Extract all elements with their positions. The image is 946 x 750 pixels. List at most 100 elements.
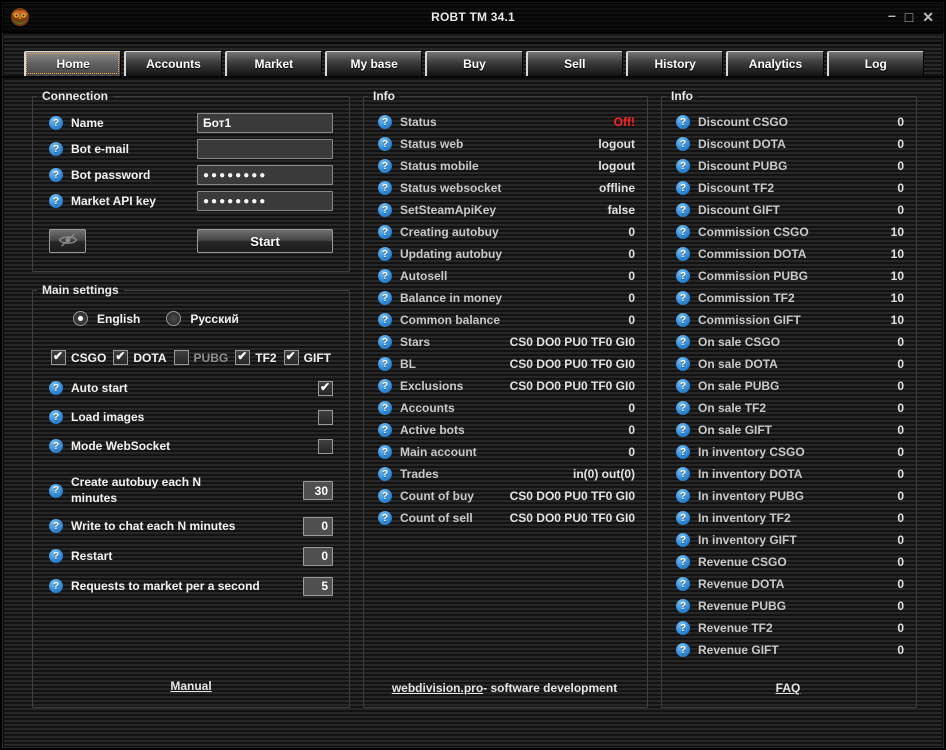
info-label: On sale DOTA (698, 357, 897, 371)
help-icon[interactable]: ? (676, 467, 690, 481)
tab[interactable]: Market (225, 51, 322, 76)
help-icon[interactable]: ? (49, 519, 63, 533)
toggle-password-visibility-button[interactable] (49, 229, 86, 253)
help-icon[interactable]: ? (676, 577, 690, 591)
help-icon[interactable]: ? (49, 142, 63, 156)
help-icon[interactable]: ? (676, 181, 690, 195)
number-input[interactable] (303, 481, 333, 500)
help-icon[interactable]: ? (676, 137, 690, 151)
help-icon[interactable]: ? (676, 445, 690, 459)
tab[interactable]: Buy (425, 51, 522, 76)
help-icon[interactable]: ? (378, 379, 392, 393)
help-icon[interactable]: ? (49, 116, 63, 130)
help-icon[interactable]: ? (49, 439, 63, 453)
maximize-button[interactable]: □ (905, 10, 913, 24)
tab[interactable]: Home (24, 51, 121, 76)
minimize-button[interactable]: – (888, 8, 896, 22)
number-input[interactable] (303, 577, 333, 596)
text-input[interactable] (197, 139, 333, 159)
help-icon[interactable]: ? (676, 115, 690, 129)
help-icon[interactable]: ? (676, 621, 690, 635)
number-settings: ? Create autobuy each N minutes ? Write … (49, 465, 333, 596)
game-checkbox-option[interactable]: TF2 (235, 350, 276, 365)
info-label: On sale GIFT (698, 423, 897, 437)
help-icon[interactable]: ? (676, 203, 690, 217)
help-icon[interactable]: ? (676, 401, 690, 415)
help-icon[interactable]: ? (378, 137, 392, 151)
help-icon[interactable]: ? (676, 247, 690, 261)
language-radio-option[interactable]: English (73, 311, 140, 326)
manual-link[interactable]: Manual (170, 679, 211, 693)
help-icon[interactable]: ? (49, 381, 63, 395)
help-icon[interactable]: ? (676, 511, 690, 525)
tab[interactable]: My base (325, 51, 422, 76)
checkbox[interactable] (318, 381, 333, 396)
checkbox[interactable] (318, 410, 333, 425)
setting-label: Mode WebSocket (71, 439, 170, 453)
text-input[interactable] (197, 191, 333, 211)
info-row: ? Discount GIFT 0 (672, 199, 904, 221)
help-icon[interactable]: ? (378, 291, 392, 305)
game-checkbox-option[interactable]: DOTA (113, 350, 166, 365)
help-icon[interactable]: ? (49, 579, 63, 593)
help-icon[interactable]: ? (49, 549, 63, 563)
help-icon[interactable]: ? (49, 410, 63, 424)
tab[interactable]: History (626, 51, 723, 76)
help-icon[interactable]: ? (378, 511, 392, 525)
help-icon[interactable]: ? (676, 291, 690, 305)
number-input[interactable] (303, 547, 333, 566)
help-icon[interactable]: ? (378, 489, 392, 503)
help-icon[interactable]: ? (378, 269, 392, 283)
game-checkbox-option[interactable]: GIFT (284, 350, 331, 365)
language-radio-option[interactable]: Русский (166, 311, 239, 326)
help-icon[interactable]: ? (378, 115, 392, 129)
help-icon[interactable]: ? (378, 445, 392, 459)
webdivision-link[interactable]: webdivision.pro (392, 681, 483, 695)
tab[interactable]: Sell (526, 51, 623, 76)
help-icon[interactable]: ? (676, 423, 690, 437)
help-icon[interactable]: ? (378, 313, 392, 327)
help-icon[interactable]: ? (676, 313, 690, 327)
help-icon[interactable]: ? (378, 247, 392, 261)
help-icon[interactable]: ? (49, 194, 63, 208)
help-icon[interactable]: ? (676, 489, 690, 503)
help-icon[interactable]: ? (676, 533, 690, 547)
help-icon[interactable]: ? (49, 484, 63, 498)
titlebar[interactable]: ROBT TM 34.1 – □ ✕ (2, 2, 944, 33)
close-button[interactable]: ✕ (922, 10, 934, 24)
help-icon[interactable]: ? (676, 599, 690, 613)
game-checkbox-option[interactable]: CSGO (51, 350, 106, 365)
help-icon[interactable]: ? (378, 225, 392, 239)
help-icon[interactable]: ? (676, 379, 690, 393)
language-label: English (97, 312, 140, 326)
tab[interactable]: Log (827, 51, 924, 76)
help-icon[interactable]: ? (378, 159, 392, 173)
tab[interactable]: Analytics (726, 51, 823, 76)
help-icon[interactable]: ? (378, 423, 392, 437)
help-icon[interactable]: ? (676, 269, 690, 283)
faq-link[interactable]: FAQ (776, 681, 801, 695)
text-input[interactable] (197, 165, 333, 185)
center-column: Info ? Status Off! ? Status web logout ?… (363, 96, 648, 708)
game-checkbox-option[interactable]: PUBG (174, 350, 229, 365)
help-icon[interactable]: ? (676, 159, 690, 173)
help-icon[interactable]: ? (378, 401, 392, 415)
help-icon[interactable]: ? (378, 357, 392, 371)
text-input[interactable] (197, 113, 333, 133)
tab[interactable]: Accounts (124, 51, 221, 76)
number-input[interactable] (303, 517, 333, 536)
start-button[interactable]: Start (197, 229, 333, 253)
help-icon[interactable]: ? (676, 225, 690, 239)
help-icon[interactable]: ? (676, 555, 690, 569)
checkbox[interactable] (318, 439, 333, 454)
help-icon[interactable]: ? (676, 335, 690, 349)
help-icon[interactable]: ? (378, 335, 392, 349)
info-value: 0 (897, 445, 904, 459)
info-label: Commission GIFT (698, 313, 891, 327)
help-icon[interactable]: ? (49, 168, 63, 182)
help-icon[interactable]: ? (676, 357, 690, 371)
help-icon[interactable]: ? (378, 203, 392, 217)
help-icon[interactable]: ? (676, 643, 690, 657)
help-icon[interactable]: ? (378, 181, 392, 195)
help-icon[interactable]: ? (378, 467, 392, 481)
